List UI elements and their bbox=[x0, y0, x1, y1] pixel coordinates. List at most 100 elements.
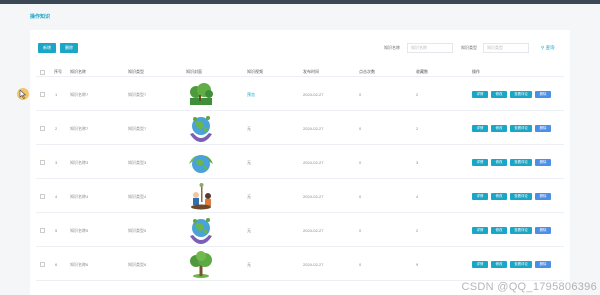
top-bar bbox=[0, 0, 600, 4]
planting-tree-icon bbox=[186, 182, 216, 211]
row-name: 知识名称3 bbox=[70, 160, 89, 165]
row-date: 2024-02-27 bbox=[303, 92, 324, 97]
row-favorites: 3 bbox=[416, 160, 419, 165]
row-type: 知识类型3 bbox=[128, 160, 147, 165]
row-name: 知识名称7 bbox=[70, 126, 89, 131]
table-header: 序号 知识名称 知识类型 知识封面 知识视频 发布时间 点击次数 收藏数 操作 bbox=[36, 67, 564, 77]
table-row: 6 知识名称6 知识类型6 无 2024-02-27 0 9 详情 修改 查看评论 删除 bbox=[36, 248, 564, 281]
detail-button[interactable]: 详情 bbox=[472, 125, 488, 132]
detail-button[interactable]: 详情 bbox=[472, 193, 488, 200]
table-row: 5 知识名称5 知识类型5 无 2024-02-27 0 2 详情 修改 查看评论 删除 bbox=[36, 214, 564, 247]
header-cover: 知识封面 bbox=[186, 69, 202, 74]
row-video: 无 bbox=[247, 194, 251, 199]
view-comments-button[interactable]: 查看评论 bbox=[510, 193, 532, 200]
detail-button[interactable]: 详情 bbox=[472, 261, 488, 268]
row-video: 无 bbox=[247, 262, 251, 267]
row-index: 1 bbox=[55, 92, 58, 97]
name-filter-label: 知识名称 bbox=[384, 45, 400, 50]
tree-icon bbox=[186, 250, 216, 279]
view-comments-button[interactable]: 查看评论 bbox=[510, 227, 532, 234]
earth-leaves-icon bbox=[186, 148, 216, 177]
cursor-pointer-icon bbox=[17, 88, 29, 100]
watermark: CSDN @QQ_1795806396 bbox=[461, 281, 597, 293]
earth-hands-icon bbox=[186, 216, 216, 245]
row-delete-button[interactable]: 删除 bbox=[535, 91, 551, 98]
row-checkbox[interactable] bbox=[40, 160, 45, 165]
row-index: 6 bbox=[55, 262, 58, 267]
row-date: 2024-02-27 bbox=[303, 160, 324, 165]
row-favorites: 2 bbox=[416, 92, 419, 97]
type-filter-label: 知识类型 bbox=[461, 45, 477, 50]
row-date: 2024-02-27 bbox=[303, 228, 324, 233]
row-type: 知识类型7 bbox=[128, 92, 147, 97]
search-icon: ⚲ bbox=[541, 45, 545, 50]
header-video: 知识视频 bbox=[247, 69, 263, 74]
header-name: 知识名称 bbox=[70, 69, 86, 74]
row-name: 知识名称7 bbox=[70, 92, 89, 97]
view-comments-button[interactable]: 查看评论 bbox=[510, 91, 532, 98]
row-clicks: 0 bbox=[359, 262, 362, 267]
header-clicks: 点击次数 bbox=[359, 69, 375, 74]
content-card: 新增 删除 知识名称 知识名称 知识类型 知识类型 ⚲ 查询 序号 知识名称 知… bbox=[30, 30, 570, 295]
row-date: 2024-02-27 bbox=[303, 126, 324, 131]
detail-button[interactable]: 详情 bbox=[472, 159, 488, 166]
page-title: 操作知识 bbox=[30, 14, 51, 20]
view-comments-button[interactable]: 查看评论 bbox=[510, 159, 532, 166]
type-filter-input[interactable]: 知识类型 bbox=[483, 43, 529, 53]
row-index: 4 bbox=[55, 194, 58, 199]
row-index: 5 bbox=[55, 228, 58, 233]
edit-button[interactable]: 修改 bbox=[491, 227, 507, 234]
header-actions: 操作 bbox=[472, 69, 480, 74]
name-filter-input[interactable]: 知识名称 bbox=[407, 43, 453, 53]
row-favorites: 2 bbox=[416, 228, 419, 233]
row-date: 2024-02-27 bbox=[303, 194, 324, 199]
row-checkbox[interactable] bbox=[40, 92, 45, 97]
edit-button[interactable]: 修改 bbox=[491, 91, 507, 98]
row-favorites: 9 bbox=[416, 262, 419, 267]
row-delete-button[interactable]: 删除 bbox=[535, 193, 551, 200]
search-button[interactable]: ⚲ 查询 bbox=[541, 43, 555, 53]
header-favorites: 收藏数 bbox=[416, 69, 428, 74]
row-clicks: 0 bbox=[359, 126, 362, 131]
row-delete-button[interactable]: 删除 bbox=[535, 125, 551, 132]
row-video: 无 bbox=[247, 160, 251, 165]
row-type: 知识类型6 bbox=[128, 262, 147, 267]
row-favorites: 2 bbox=[416, 126, 419, 131]
row-type: 知识类型7 bbox=[128, 126, 147, 131]
edit-button[interactable]: 修改 bbox=[491, 261, 507, 268]
edit-button[interactable]: 修改 bbox=[491, 193, 507, 200]
delete-button[interactable]: 删除 bbox=[60, 43, 78, 53]
row-checkbox[interactable] bbox=[40, 194, 45, 199]
detail-button[interactable]: 详情 bbox=[472, 91, 488, 98]
row-delete-button[interactable]: 删除 bbox=[535, 227, 551, 234]
row-index: 2 bbox=[55, 126, 58, 131]
row-type: 知识类型4 bbox=[128, 194, 147, 199]
row-type: 知识类型5 bbox=[128, 228, 147, 233]
edit-button[interactable]: 修改 bbox=[491, 125, 507, 132]
row-clicks: 0 bbox=[359, 194, 362, 199]
view-comments-button[interactable]: 查看评论 bbox=[510, 261, 532, 268]
row-delete-button[interactable]: 删除 bbox=[535, 159, 551, 166]
select-all-checkbox[interactable] bbox=[40, 69, 45, 75]
table-row: 4 知识名称4 知识类型4 无 2024-02-27 0 4 详情 修改 查看评论 删除 bbox=[36, 180, 564, 213]
row-checkbox[interactable] bbox=[40, 126, 45, 131]
edit-button[interactable]: 修改 bbox=[491, 159, 507, 166]
header-date: 发布时间 bbox=[303, 69, 319, 74]
row-clicks: 0 bbox=[359, 160, 362, 165]
header-type: 知识类型 bbox=[128, 69, 144, 74]
detail-button[interactable]: 详情 bbox=[472, 227, 488, 234]
row-video: 无 bbox=[247, 228, 251, 233]
row-checkbox[interactable] bbox=[40, 228, 45, 233]
add-button[interactable]: 新增 bbox=[38, 43, 56, 53]
row-checkbox[interactable] bbox=[40, 262, 45, 267]
earth-hands-icon bbox=[186, 114, 216, 143]
row-favorites: 4 bbox=[416, 194, 419, 199]
row-date: 2024-02-27 bbox=[303, 262, 324, 267]
view-comments-button[interactable]: 查看评论 bbox=[510, 125, 532, 132]
row-name: 知识名称5 bbox=[70, 228, 89, 233]
row-name: 知识名称4 bbox=[70, 194, 89, 199]
row-delete-button[interactable]: 删除 bbox=[535, 261, 551, 268]
row-name: 知识名称6 bbox=[70, 262, 89, 267]
row-clicks: 0 bbox=[359, 92, 362, 97]
row-video[interactable]: 预览 bbox=[247, 78, 255, 111]
